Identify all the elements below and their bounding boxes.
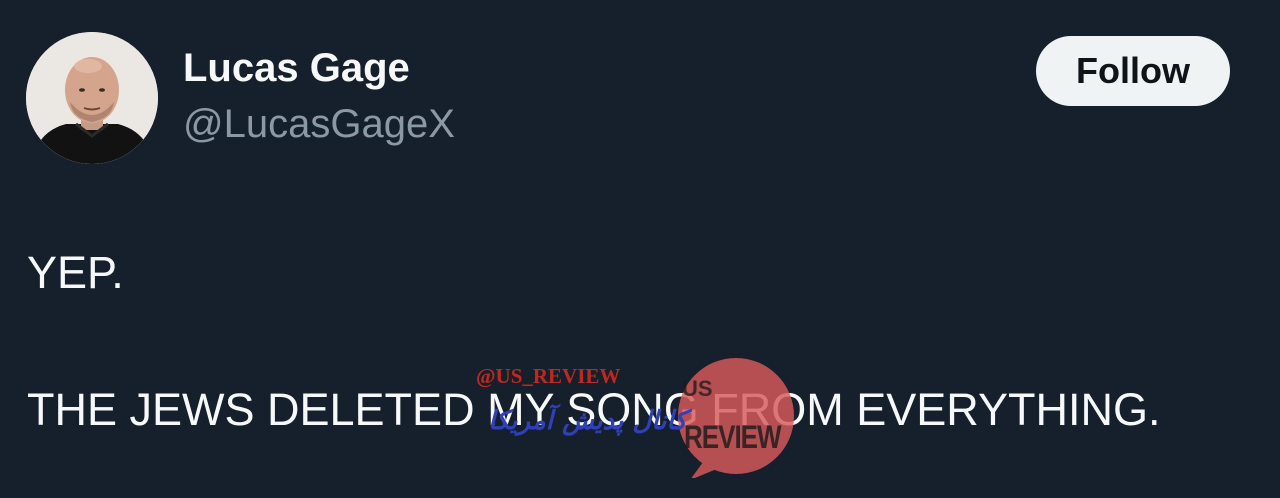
avatar-photo — [26, 32, 158, 164]
user-handle[interactable]: @LucasGageX — [183, 102, 455, 147]
display-name[interactable]: Lucas Gage — [183, 46, 410, 91]
follow-button[interactable]: Follow — [1036, 36, 1230, 106]
tweet-card: Lucas Gage @LucasGageX Follow YEP. THE J… — [0, 0, 1280, 498]
tweet-text-line: YEP. — [27, 247, 124, 298]
avatar[interactable] — [26, 32, 158, 164]
tweet-text-line: THE JEWS DELETED MY SONG FROM EVERYTHING… — [27, 384, 1161, 435]
